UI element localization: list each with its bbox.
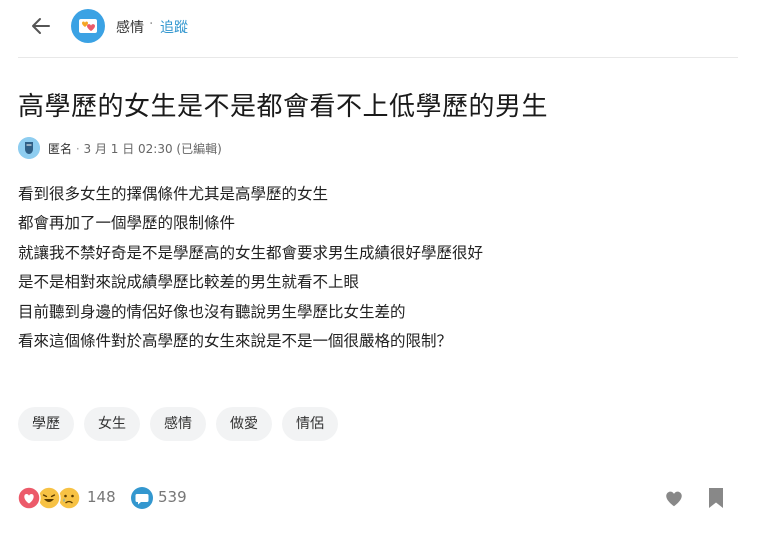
author-name[interactable]: 匿名 <box>48 142 72 156</box>
comment-count: 539 <box>158 488 187 506</box>
reaction-summary[interactable] <box>17 486 81 510</box>
body-line: 看到很多女生的擇偶條件尤其是高學歷的女生 <box>18 185 329 203</box>
tag-chip[interactable]: 學歷 <box>18 407 74 441</box>
board-name[interactable]: 感情 <box>116 17 144 37</box>
body-line: 目前聽到身邊的情侶好像也沒有聽說男生學歷比女生差的 <box>18 302 406 321</box>
avatar[interactable] <box>18 137 40 159</box>
post-meta: 匿名 · 3 月 1 日 02:30 (已編輯) <box>48 140 222 157</box>
heart-reaction-icon <box>17 486 41 510</box>
tag-chip[interactable]: 做愛 <box>216 407 272 441</box>
tag-chip[interactable]: 情侶 <box>282 407 338 441</box>
header-divider <box>18 57 738 58</box>
body-line: 都會再加了一個學歷的限制條件 <box>18 214 236 233</box>
separator-dot: · <box>149 16 154 32</box>
bookmark-icon[interactable] <box>706 486 726 510</box>
tag-list: 學歷 女生 感情 做愛 情侶 <box>18 407 338 441</box>
board-icon[interactable] <box>71 9 105 43</box>
post-footer: 148 539 <box>17 485 737 511</box>
follow-button[interactable]: 追蹤 <box>160 17 188 37</box>
body-line: 是不是相對來說成績學歷比較差的男生就看不上眼 <box>18 273 360 292</box>
like-heart-icon[interactable] <box>663 487 685 509</box>
tag-chip[interactable]: 感情 <box>150 407 206 441</box>
reaction-count: 148 <box>87 488 116 506</box>
post-title: 高學歷的女生是不是都會看不上低學歷的男生 <box>18 92 549 122</box>
body-line: 就讓我不禁好奇是不是學歷高的女生都會要求男生成績很好學歷很好 <box>18 243 484 262</box>
meta-separator: · <box>75 142 80 156</box>
back-arrow-icon[interactable] <box>28 13 54 39</box>
tag-chip[interactable]: 女生 <box>84 407 140 441</box>
body-line: 看來這個條件對於高學歷的女生來說是不是一個很嚴格的限制？ <box>18 332 453 351</box>
hearts-icon <box>73 11 103 41</box>
comment-icon[interactable] <box>130 486 154 510</box>
post-body: 看到很多女生的擇偶條件尤其是高學歷的女生 都會再加了一個學歷的限制條件 就讓我不… <box>18 180 483 356</box>
top-bar: 感情 · 追蹤 <box>0 0 757 52</box>
anonymous-avatar-icon <box>18 137 40 159</box>
post-timestamp: 3 月 1 日 02:30 (已編輯) <box>83 142 222 156</box>
